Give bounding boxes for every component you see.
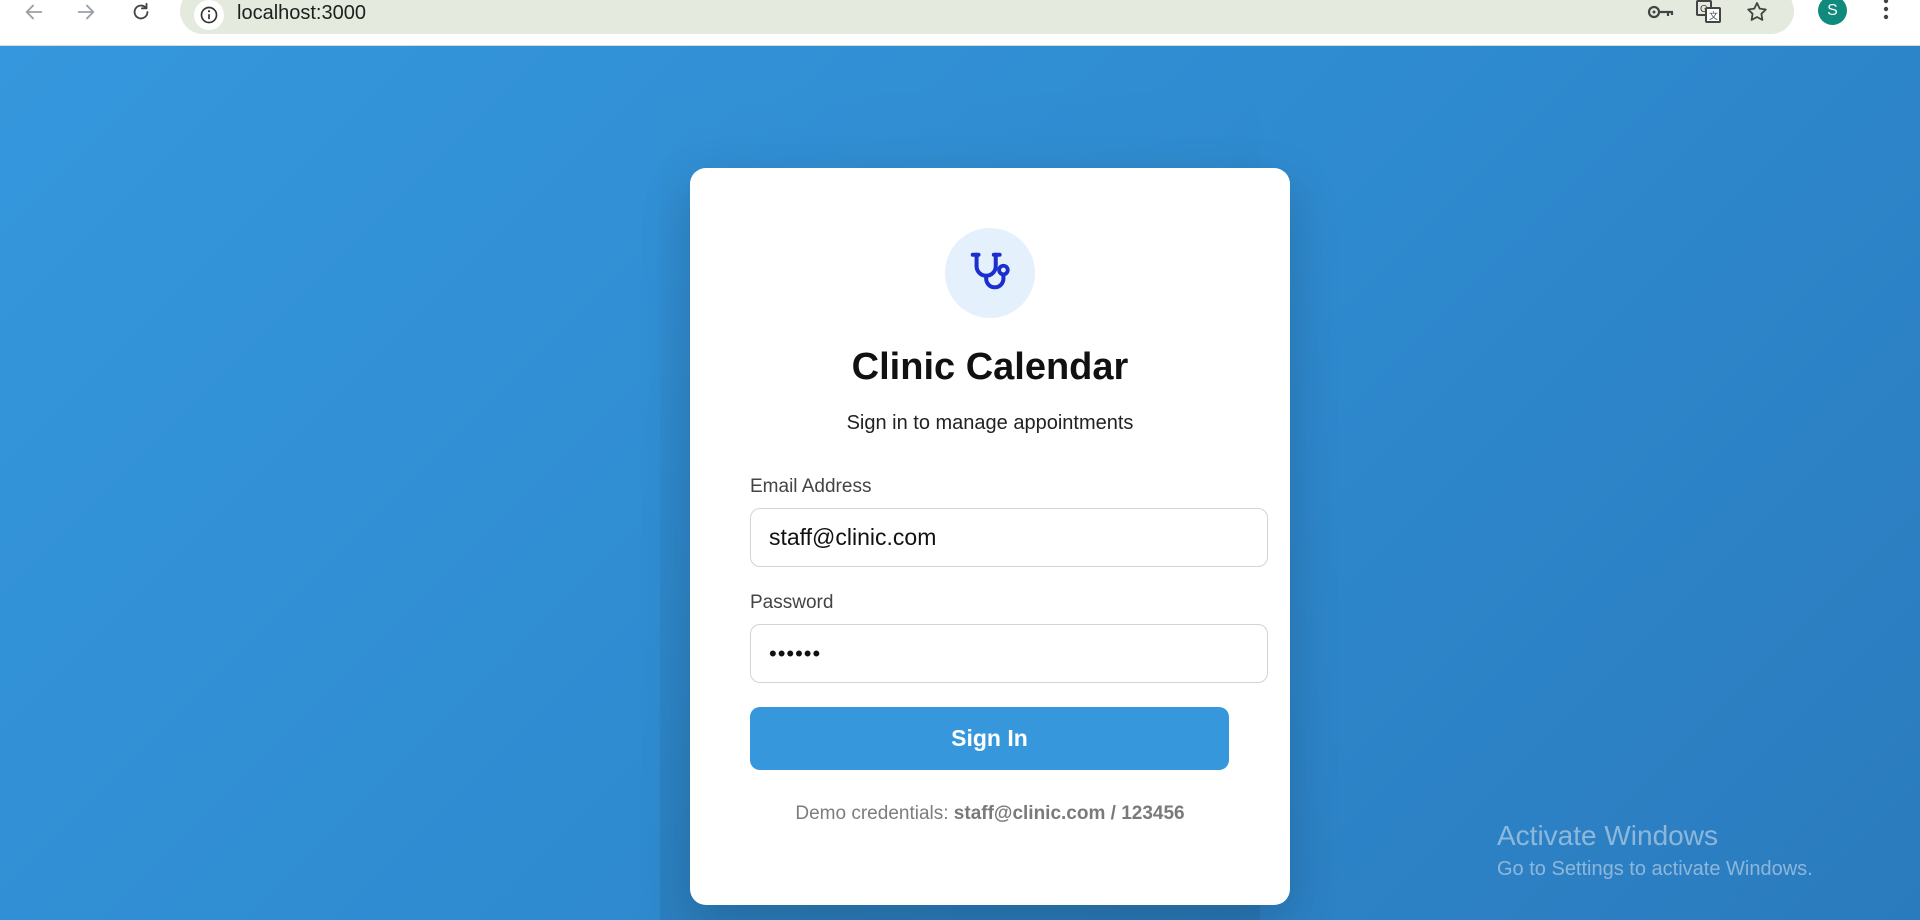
- login-card: Clinic Calendar Sign in to manage appoin…: [690, 168, 1290, 905]
- watermark-subtitle: Go to Settings to activate Windows.: [1497, 858, 1813, 880]
- page-background: Clinic Calendar Sign in to manage appoin…: [0, 46, 1920, 920]
- demo-credentials-value: staff@clinic.com / 123456: [953, 803, 1185, 824]
- email-label: Email Address: [750, 476, 872, 497]
- page-subtitle: Sign in to manage appointments: [846, 412, 1134, 434]
- browser-toolbar: localhost:3000 G文 S: [0, 0, 1920, 46]
- demo-credentials: Demo credentials: staff@clinic.com / 123…: [690, 803, 1290, 825]
- site-info-icon[interactable]: [194, 0, 224, 30]
- address-bar[interactable]: localhost:3000 G文: [180, 0, 1794, 34]
- email-field[interactable]: staff@clinic.com: [750, 508, 1268, 567]
- sign-in-button[interactable]: Sign In: [750, 707, 1229, 770]
- menu-kebab-icon[interactable]: [1876, 0, 1896, 24]
- stethoscope-icon: [967, 248, 1013, 299]
- password-label: Password: [750, 592, 834, 613]
- translate-icon[interactable]: G文: [1694, 0, 1724, 24]
- reload-icon[interactable]: [123, 0, 159, 24]
- windows-activation-watermark: Activate Windows Go to Settings to activ…: [1497, 820, 1813, 881]
- password-key-icon[interactable]: [1646, 0, 1676, 24]
- url-text[interactable]: localhost:3000: [237, 1, 366, 25]
- bookmark-star-icon[interactable]: [1742, 0, 1772, 24]
- demo-credentials-label: Demo credentials:: [795, 803, 949, 824]
- logo: [945, 228, 1035, 318]
- password-field[interactable]: ••••••: [750, 624, 1268, 683]
- profile-avatar[interactable]: S: [1818, 0, 1847, 25]
- back-icon[interactable]: [16, 0, 52, 24]
- forward-icon[interactable]: [68, 0, 104, 24]
- page-title: Clinic Calendar: [851, 346, 1129, 388]
- watermark-title: Activate Windows: [1497, 820, 1718, 851]
- svg-text:文: 文: [1709, 10, 1718, 21]
